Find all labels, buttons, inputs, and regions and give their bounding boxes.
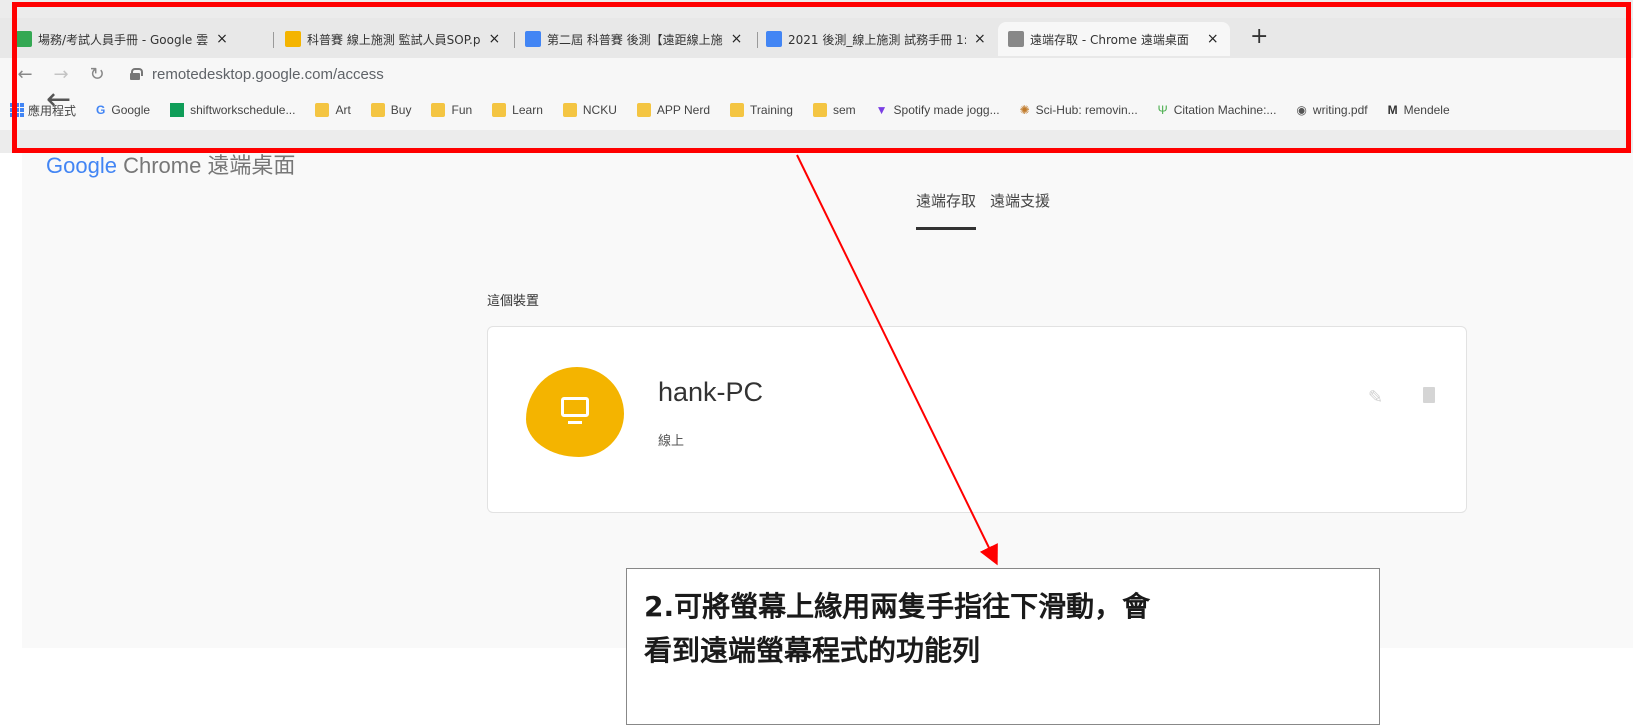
- callout-line-1: 2.可將螢幕上緣用兩隻手指往下滑動，會: [644, 590, 1151, 623]
- instruction-callout: 2.可將螢幕上緣用兩隻手指往下滑動，會 看到遠端螢幕程式的功能列: [626, 568, 1380, 725]
- callout-line-2: 看到遠端螢幕程式的功能列: [644, 634, 981, 667]
